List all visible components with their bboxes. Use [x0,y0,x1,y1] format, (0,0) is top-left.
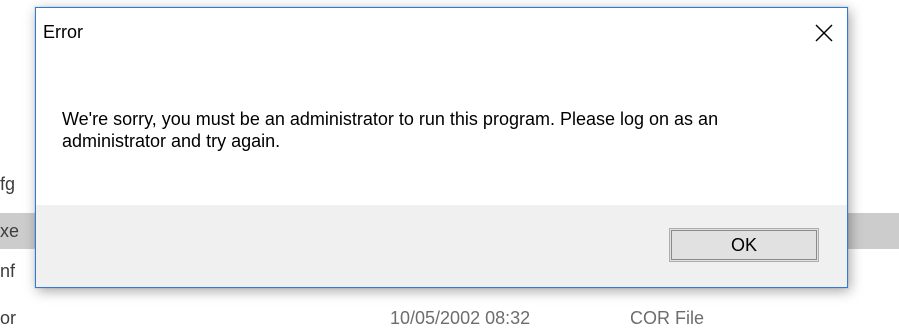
ok-button[interactable]: OK [669,228,819,262]
file-name: nf [0,261,16,281]
dialog-title: Error [43,22,83,42]
close-button[interactable] [801,8,847,58]
error-message: We're sorry, you must be an administrato… [62,109,719,151]
file-name: fg [0,174,16,194]
dialog-titlebar[interactable]: Error [36,8,847,58]
file-name: xe [0,221,20,241]
error-dialog: Error We're sorry, you must be an admini… [35,7,848,288]
close-icon [815,24,833,42]
dialog-footer: OK [36,205,847,287]
